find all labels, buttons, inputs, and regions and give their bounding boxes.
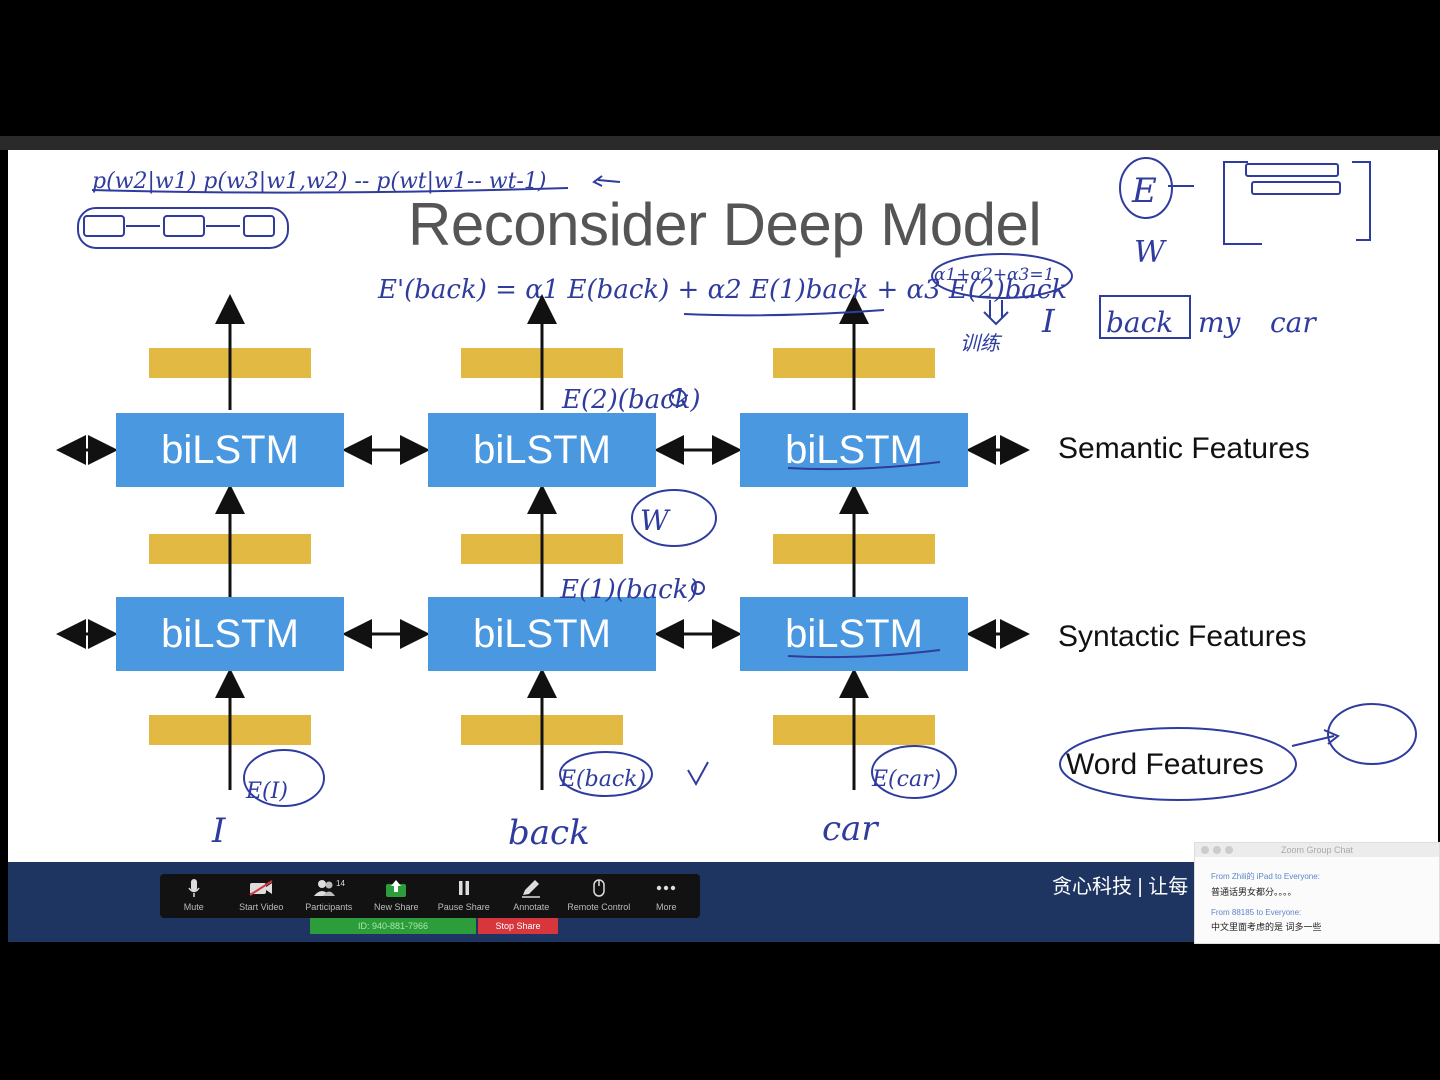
participants-button[interactable]: 14 Participants xyxy=(295,874,363,918)
sentence-word-2: my xyxy=(1198,306,1242,339)
chat-title-bar[interactable]: Zoom Group Chat xyxy=(1195,843,1439,857)
mute-button[interactable]: Mute xyxy=(160,874,228,918)
mouse-icon xyxy=(591,878,607,898)
more-button[interactable]: More xyxy=(633,874,701,918)
start-video-button[interactable]: Start Video xyxy=(228,874,296,918)
remote-control-button[interactable]: Remote Control xyxy=(565,874,633,918)
chat-message-sender: From 88185 to Everyone: xyxy=(1211,908,1302,917)
participants-count: 14 xyxy=(336,879,345,888)
chat-message-text: 中文里面考虑的是 词多一些 xyxy=(1211,922,1322,932)
pen-icon xyxy=(520,878,542,898)
pause-icon xyxy=(457,878,471,898)
e-label-i: E(I) xyxy=(245,779,288,804)
handwritten-annotations: p(w2|w1) p(w3|w1,w2) -- p(wt|w1-- wt-1) … xyxy=(77,157,1417,853)
share-screen-icon xyxy=(385,878,407,898)
screen-top-bar xyxy=(0,136,1440,150)
sum-constraint-text: α1+α2+α3=1 xyxy=(934,265,1054,285)
pause-share-button[interactable]: Pause Share xyxy=(430,874,498,918)
close-window-icon[interactable] xyxy=(1201,846,1209,854)
zoom-toolbar: Mute Start Video 14 Participants New Sha… xyxy=(160,874,700,918)
annotate-button[interactable]: Annotate xyxy=(498,874,566,918)
corner-label-w: W xyxy=(1134,235,1167,270)
input-word-car: car xyxy=(822,809,879,849)
shared-slide: Reconsider Deep Model biLSTM biLSTM biLS… xyxy=(8,150,1438,862)
meeting-id-badge[interactable]: ID: 940-881-7966 xyxy=(310,918,476,934)
chat-title: Zoom Group Chat xyxy=(1280,845,1354,855)
train-text: 训练 xyxy=(960,331,1003,355)
sentence-word-3: car xyxy=(1270,306,1317,339)
stop-share-button[interactable]: Stop Share xyxy=(478,918,558,934)
microphone-icon xyxy=(187,878,201,898)
maximize-window-icon[interactable] xyxy=(1225,846,1233,854)
more-icon xyxy=(654,878,678,898)
corner-label-e: E xyxy=(1131,171,1157,211)
zoom-group-chat-window: Zoom Group Chat From Zhili的 iPad to Ever… xyxy=(1194,842,1440,944)
input-word-back: back xyxy=(508,813,590,853)
input-word-i: I xyxy=(211,811,226,851)
new-share-button[interactable]: New Share xyxy=(363,874,431,918)
participants-icon: 14 xyxy=(312,878,346,898)
chat-message-text: 普通话男女都分。。。。 xyxy=(1211,887,1297,897)
video-off-icon xyxy=(248,878,274,898)
sentence-word-0: I xyxy=(1041,302,1056,340)
chat-message-sender: From Zhili的 iPad to Everyone: xyxy=(1211,872,1320,881)
brand-text: 贪心科技 | 让每 xyxy=(1052,876,1189,898)
sentence-word-1: back xyxy=(1106,306,1173,339)
minimize-window-icon[interactable] xyxy=(1213,846,1221,854)
stack-label-w: W xyxy=(640,504,671,537)
stack-label-e1: E(1)(back) xyxy=(559,575,699,605)
